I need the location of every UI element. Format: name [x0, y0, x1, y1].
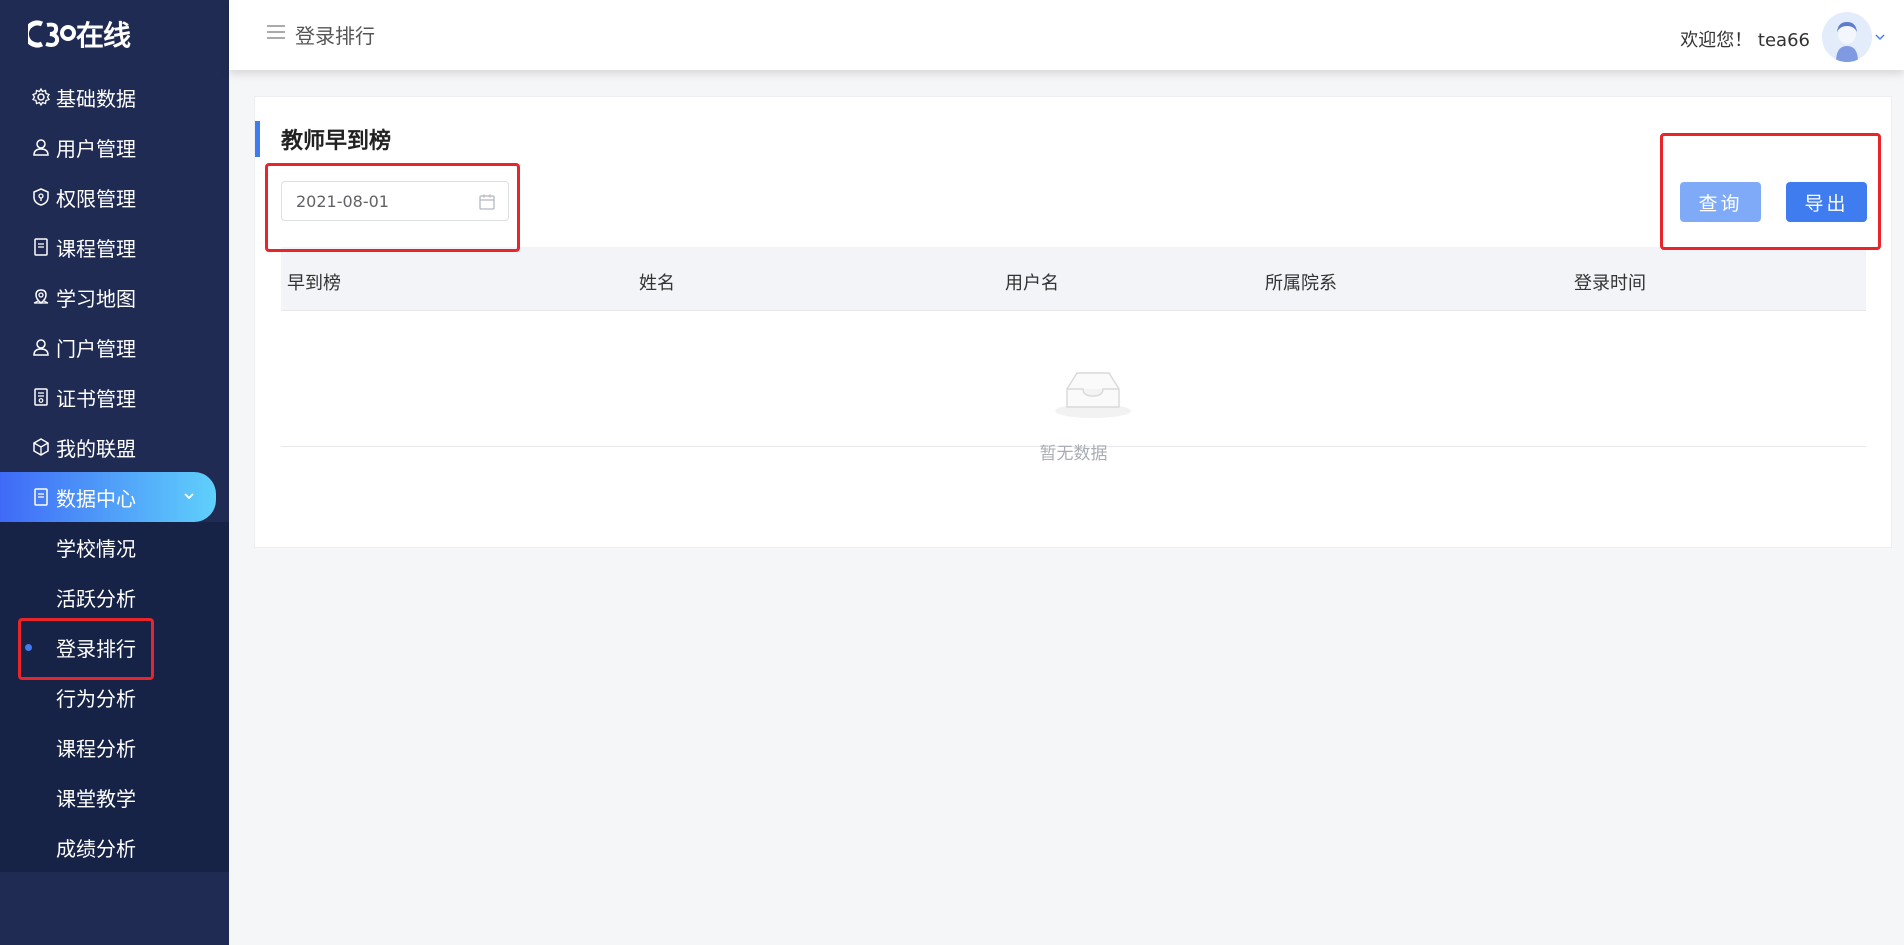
empty-text: 暂无数据 — [1039, 444, 1108, 464]
document-icon — [30, 486, 52, 508]
sidebar-subitem-course-analysis[interactable]: 课程分析 — [0, 722, 229, 772]
avatar[interactable] — [1822, 12, 1872, 62]
column-header: 用户名 — [1005, 273, 1059, 294]
chevron-down-icon — [184, 493, 194, 500]
sidebar-item-label: 门户管理 — [56, 336, 136, 361]
calendar-icon — [479, 194, 495, 210]
table-header: 早到榜 姓名 用户名 所属院系 登录时间 — [281, 247, 1866, 311]
document-icon — [30, 236, 52, 258]
selected-dot — [25, 644, 32, 651]
welcome-text: 欢迎您！ tea66 — [1680, 30, 1810, 51]
sidebar-item-data-center[interactable]: 数据中心 — [0, 472, 216, 522]
sidebar-subitem-label: 行为分析 — [56, 686, 136, 711]
sidebar-item-alliance[interactable]: 我的联盟 — [0, 422, 229, 472]
column-header: 早到榜 — [287, 273, 341, 294]
user-icon — [30, 136, 52, 158]
sidebar-item-label: 数据中心 — [56, 486, 136, 511]
sidebar-item-permissions[interactable]: 权限管理 — [0, 172, 229, 222]
query-button[interactable]: 查询 — [1680, 182, 1761, 222]
sidebar-menu: 基础数据 用户管理 权限管理 课程管理 学习地图 门户管理 证书管理 我的联盟 … — [0, 72, 229, 872]
logo-text: 在线 — [76, 19, 131, 52]
sidebar-item-label: 我的联盟 — [56, 436, 136, 461]
sidebar-subitem-login-ranking[interactable]: 登录排行 — [0, 622, 229, 672]
column-header: 姓名 — [639, 273, 675, 294]
certificate-icon — [30, 386, 52, 408]
date-picker[interactable]: 2021-08-01 — [281, 181, 509, 221]
data-center-submenu: 学校情况 活跃分析 登录排行 行为分析 课程分析 课堂教学 成绩分析 — [0, 522, 229, 872]
chevron-down-icon[interactable] — [1874, 32, 1886, 42]
menu-toggle-icon[interactable] — [267, 25, 285, 39]
sidebar-item-label: 证书管理 — [56, 386, 136, 411]
sidebar-item-certificates[interactable]: 证书管理 — [0, 372, 229, 422]
sidebar-subitem-school[interactable]: 学校情况 — [0, 522, 229, 572]
sidebar-item-basic-data[interactable]: 基础数据 — [0, 72, 229, 122]
sidebar-subitem-label: 活跃分析 — [56, 586, 136, 611]
empty-inbox-icon — [1055, 372, 1131, 418]
cube-icon — [30, 436, 52, 458]
sidebar-subitem-label: 成绩分析 — [56, 836, 136, 861]
sidebar-subitem-activity[interactable]: 活跃分析 — [0, 572, 229, 622]
export-button[interactable]: 导出 — [1786, 182, 1867, 222]
sidebar-item-label: 权限管理 — [56, 186, 136, 211]
sidebar-subitem-label: 课程分析 — [56, 736, 136, 761]
page-title: 教师早到榜 — [281, 129, 392, 154]
app-logo: 在线 — [28, 14, 131, 54]
sidebar-item-users[interactable]: 用户管理 — [0, 122, 229, 172]
sidebar-item-label: 用户管理 — [56, 136, 136, 161]
column-header: 所属院系 — [1265, 273, 1337, 294]
shield-icon — [30, 186, 52, 208]
date-value: 2021-08-01 — [296, 191, 389, 211]
column-header: 登录时间 — [1574, 273, 1646, 294]
sidebar-item-label: 基础数据 — [56, 86, 136, 111]
sidebar-subitem-grades[interactable]: 成绩分析 — [0, 822, 229, 872]
sidebar-subitem-behavior[interactable]: 行为分析 — [0, 672, 229, 722]
sidebar-subitem-label: 登录排行 — [56, 636, 136, 661]
sidebar-subitem-classroom[interactable]: 课堂教学 — [0, 772, 229, 822]
avatar-icon — [1822, 12, 1872, 62]
sidebar-item-label: 课程管理 — [56, 236, 136, 261]
map-pin-icon — [30, 286, 52, 308]
breadcrumb: 登录排行 — [295, 24, 375, 48]
sidebar-subitem-label: 学校情况 — [56, 536, 136, 561]
logo-mark-icon — [28, 20, 76, 48]
table-empty-state: 暂无数据 — [281, 311, 1866, 464]
top-header: 登录排行 欢迎您！ tea66 — [229, 0, 1904, 70]
sidebar-item-learning-map[interactable]: 学习地图 — [0, 272, 229, 322]
main-card: 教师早到榜 2021-08-01 查询 导出 早到榜 姓名 用户名 所属院系 登… — [254, 96, 1892, 548]
title-accent-bar — [255, 121, 260, 157]
sidebar: 在线 基础数据 用户管理 权限管理 课程管理 学习地图 门户管理 证书管理 我的… — [0, 0, 229, 945]
sidebar-item-portal[interactable]: 门户管理 — [0, 322, 229, 372]
user-icon — [30, 336, 52, 358]
gear-icon — [30, 86, 52, 108]
sidebar-item-label: 学习地图 — [56, 286, 136, 311]
sidebar-item-courses[interactable]: 课程管理 — [0, 222, 229, 272]
sidebar-subitem-label: 课堂教学 — [56, 786, 136, 811]
